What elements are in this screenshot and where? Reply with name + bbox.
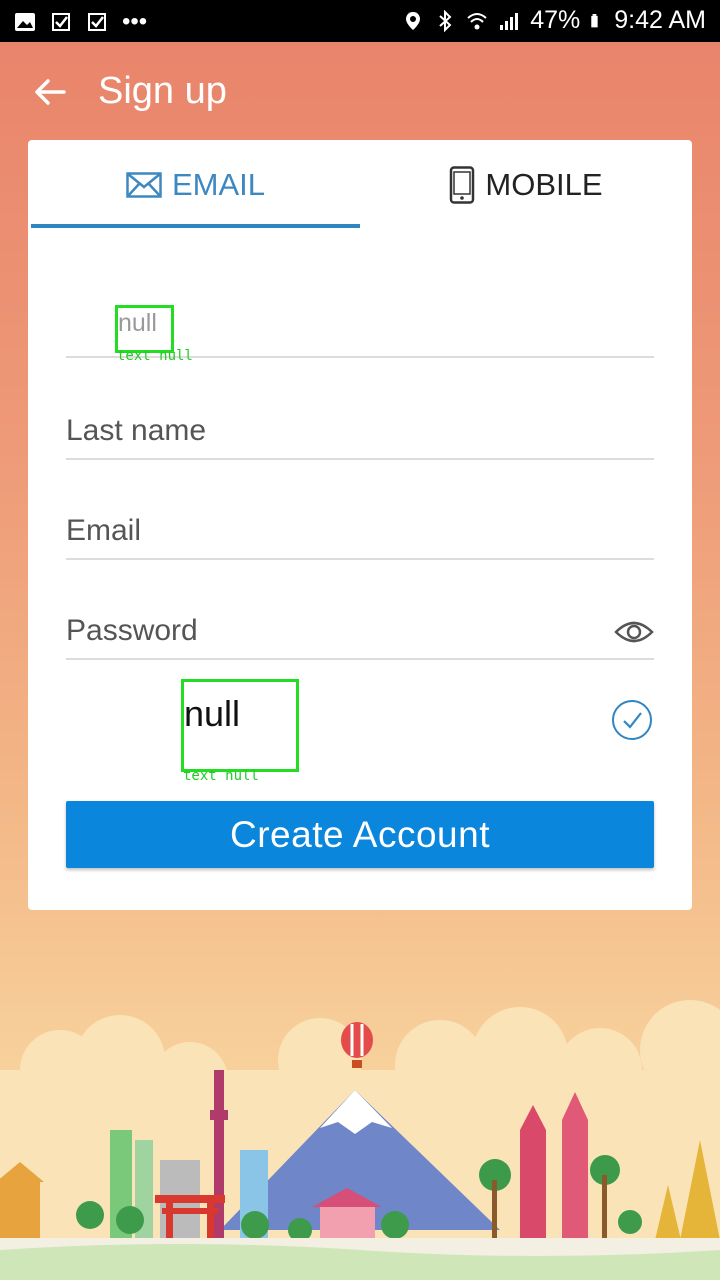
check-flag-icon-2 bbox=[88, 13, 106, 31]
annotation-box-2 bbox=[181, 679, 299, 772]
status-bar: ••• 47% 9:42 AM bbox=[0, 0, 720, 42]
active-tab-indicator bbox=[31, 224, 360, 228]
last-name-field[interactable]: Last name bbox=[66, 398, 654, 460]
page-title: Sign up bbox=[98, 70, 227, 112]
gallery-icon bbox=[15, 13, 35, 31]
city-skyline-illustration bbox=[0, 1000, 720, 1280]
last-name-label: Last name bbox=[66, 414, 207, 447]
annotation-tag: text null bbox=[117, 348, 193, 364]
password-field[interactable]: Password bbox=[66, 598, 654, 660]
battery-icon bbox=[591, 13, 598, 27]
wifi-icon bbox=[467, 12, 487, 29]
password-label: Password bbox=[66, 614, 198, 647]
annotation-box bbox=[115, 305, 174, 353]
battery-percent: 47% bbox=[530, 6, 581, 34]
clock: 9:42 AM bbox=[614, 6, 706, 34]
terms-checkbox[interactable] bbox=[612, 700, 652, 740]
check-flag-icon bbox=[52, 13, 70, 31]
phone-icon bbox=[450, 166, 475, 204]
signal-icon bbox=[500, 12, 519, 30]
email-field[interactable]: Email bbox=[66, 498, 654, 560]
create-account-button[interactable]: Create Account bbox=[66, 801, 654, 868]
more-notifications: ••• bbox=[122, 8, 148, 35]
checkmark-icon bbox=[623, 712, 642, 729]
tab-mobile-label: MOBILE bbox=[485, 167, 603, 202]
tab-email[interactable]: EMAIL bbox=[31, 140, 360, 230]
tab-mobile[interactable]: MOBILE bbox=[360, 140, 692, 230]
signup-card: EMAIL MOBILE null text null Last name Em… bbox=[28, 140, 692, 910]
show-password-eye-icon[interactable] bbox=[614, 618, 654, 646]
annotation-tag-2: text null bbox=[183, 768, 259, 784]
mail-icon bbox=[126, 172, 162, 198]
tab-email-label: EMAIL bbox=[171, 167, 266, 202]
back-arrow-icon[interactable] bbox=[30, 72, 70, 112]
location-icon bbox=[406, 11, 421, 30]
email-label: Email bbox=[66, 514, 142, 547]
bluetooth-icon bbox=[439, 9, 452, 32]
